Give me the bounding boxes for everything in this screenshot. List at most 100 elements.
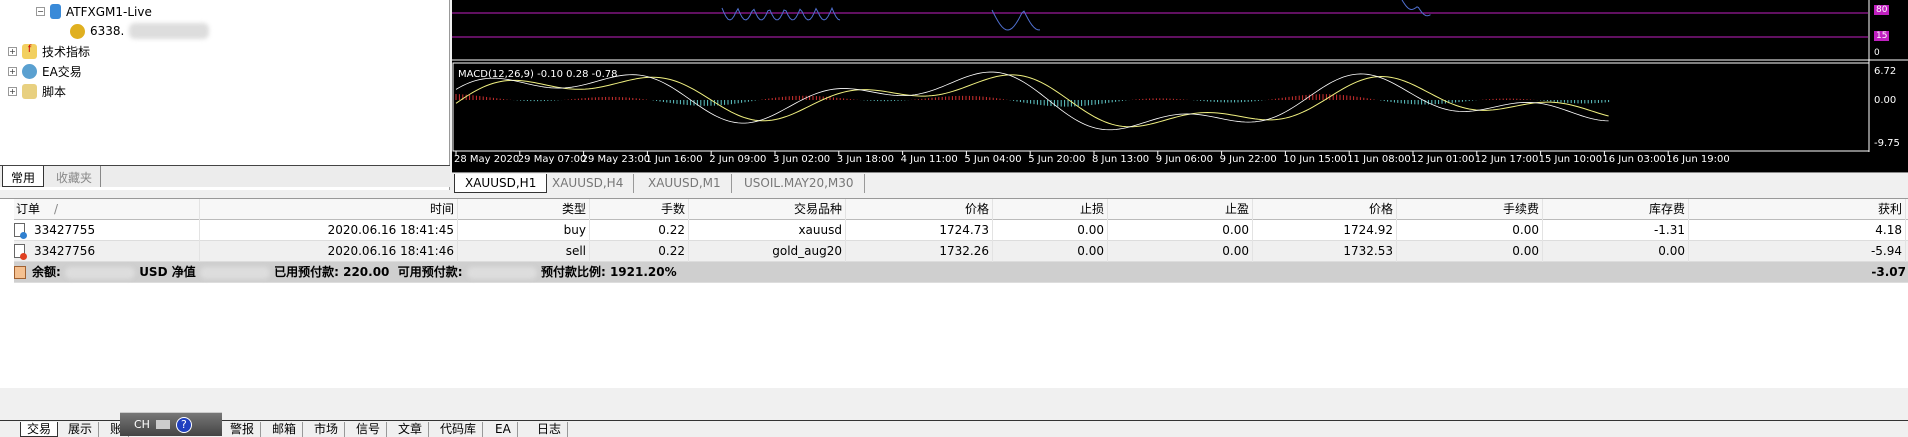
tree-scripts[interactable]: + 脚本 [8, 83, 66, 100]
sort-indicator-icon: / [54, 202, 59, 216]
navigator-tabs: 常用 收藏夹 [0, 165, 450, 187]
table-cell: 0.22 [590, 241, 689, 262]
column-header[interactable]: 交易品种 [689, 199, 846, 220]
table-row[interactable]: 33427755 2020.06.16 18:41:45 buy 0.22 xauusd… [14, 220, 1908, 241]
time-label: 15 Jun 10:00 [1538, 154, 1603, 165]
redacted [65, 266, 135, 279]
tab-favorites[interactable]: 收藏夹 [48, 166, 102, 187]
free-margin-label: 可用预付款: [397, 265, 463, 279]
rsi-level-low: 15 [1874, 31, 1890, 41]
terminal-tab[interactable]: 展示 [62, 422, 100, 437]
column-header[interactable]: 止损 [993, 199, 1108, 220]
time-label: 12 Jun 17:00 [1474, 154, 1539, 165]
terminal-tab[interactable]: 文章 [392, 422, 430, 437]
tree-experts[interactable]: + EA交易 [8, 63, 82, 80]
tree-indicators[interactable]: + f 技术指标 [8, 43, 90, 60]
redacted [129, 23, 210, 39]
collapse-icon[interactable]: − [36, 7, 45, 16]
summary-row: 余额: USD 净值 已用预付款: 220.00 可用预付款: 预付款比例: 1… [14, 262, 1908, 283]
tree-server[interactable]: − ATFXGM1-Live [36, 4, 152, 19]
keyboard-icon[interactable] [155, 420, 170, 429]
time-label: 2 Jun 09:00 [709, 154, 767, 165]
table-cell: buy [458, 220, 590, 241]
chart-tab[interactable]: XAUUSD,H1 [454, 174, 548, 193]
column-header[interactable]: 时间 [200, 199, 458, 220]
time-label: 11 Jun 08:00 [1347, 154, 1411, 165]
terminal-tab[interactable]: EA [489, 422, 518, 437]
time-label: 9 Jun 22:00 [1219, 154, 1277, 165]
script-icon [22, 84, 37, 99]
expand-icon[interactable]: + [8, 67, 17, 76]
time-label: 1 Jun 16:00 [645, 154, 703, 165]
terminal-tab[interactable]: 信号 [350, 422, 388, 437]
macd-pane-border [452, 62, 1870, 152]
chart-tab[interactable]: USOIL.MAY20,M30 [734, 174, 865, 193]
chart-tab[interactable]: XAUUSD,H4 [542, 174, 635, 193]
column-header[interactable]: 止盈 [1108, 199, 1253, 220]
time-label: 8 Jun 13:00 [1092, 154, 1150, 165]
time-label: 12 Jun 01:00 [1411, 154, 1475, 165]
chart-tab[interactable]: XAUUSD,M1 [638, 174, 732, 193]
currency: USD [139, 265, 168, 279]
time-label: 4 Jun 11:00 [900, 154, 958, 165]
redacted [199, 266, 270, 279]
table-header[interactable]: 订单 时间 类型 手数 交易品种 价格 止损 止盈 价格 手续费 库存费 获利 / [14, 199, 1908, 220]
chart-canvas [452, 0, 1908, 155]
expand-icon[interactable]: + [8, 47, 17, 56]
tree-account[interactable]: 6338. [70, 23, 210, 39]
help-icon[interactable]: ? [175, 416, 192, 433]
tree-label: EA交易 [42, 65, 82, 79]
table-cell: 1732.53 [1253, 241, 1397, 262]
terminal-tab[interactable]: 警报 [224, 422, 262, 437]
server-label: ATFXGM1-Live [66, 4, 152, 19]
rsi-level-high: 80 [1874, 5, 1890, 15]
table-row[interactable]: 33427756 2020.06.16 18:41:46 sell 0.22 gold_… [14, 241, 1908, 262]
table-cell: 2020.06.16 18:41:46 [200, 241, 458, 262]
column-header[interactable]: 获利 [1689, 199, 1906, 220]
redacted [466, 266, 537, 279]
terminal-tab[interactable]: 日志 [531, 422, 569, 437]
time-label: 29 May 07:00 [517, 154, 587, 165]
rsi-line [721, 6, 841, 21]
column-header[interactable]: 订单 [14, 199, 200, 220]
sell-order-icon [14, 244, 27, 260]
table-cell: sell [458, 241, 590, 262]
ime-toolbar[interactable]: CH ? [120, 412, 222, 436]
time-label: 16 Jun 19:00 [1666, 154, 1730, 165]
margin-label: 已用预付款: 220.00 [274, 265, 390, 279]
column-header[interactable]: 价格 [846, 199, 993, 220]
column-header[interactable]: 价格 [1253, 199, 1397, 220]
terminal-tab[interactable]: 邮箱 [266, 422, 304, 437]
account-label: 6338. [90, 24, 125, 38]
terminal-tab[interactable]: 市场 [308, 422, 346, 437]
expand-icon[interactable]: + [8, 87, 17, 96]
table-cell: 1732.26 [846, 241, 993, 262]
time-label: 16 Jun 03:00 [1602, 154, 1666, 165]
terminal-tabs: 交易 展示账警报 邮箱 市场 信号 文章 代码库 EA 日志 [0, 420, 1908, 437]
macd-axis-top: 6.72 [1874, 66, 1897, 77]
terminal-tab[interactable]: 代码库 [434, 422, 484, 437]
column-header[interactable]: 类型 [458, 199, 590, 220]
column-header[interactable]: 手续费 [1397, 199, 1543, 220]
tab-common[interactable]: 常用 [2, 166, 45, 187]
account-icon [70, 23, 85, 39]
column-header[interactable]: 手数 [590, 199, 689, 220]
table-cell: 0.00 [1108, 220, 1253, 241]
table-cell: -1.31 [1543, 220, 1689, 241]
ime-lang[interactable]: CH [134, 418, 150, 431]
table-cell: 33427756 [14, 241, 200, 262]
time-label: 28 May 2020 [454, 154, 520, 165]
macd-axis-bottom: -9.75 [1874, 138, 1900, 149]
chart-window[interactable]: MACD(12,26,9) -0.10 0.28 -0.78 80 15 0 6… [452, 0, 1908, 172]
table-cell: -5.94 [1689, 241, 1906, 262]
time-label: 29 May 23:00 [581, 154, 651, 165]
time-label: 3 Jun 18:00 [836, 154, 894, 165]
table-cell: 0.00 [1543, 241, 1689, 262]
column-header[interactable]: 库存费 [1543, 199, 1689, 220]
balance-icon [14, 266, 26, 279]
table-cell: 2020.06.16 18:41:45 [200, 220, 458, 241]
terminal-tab[interactable]: 交易 [20, 422, 59, 437]
expert-icon [22, 64, 37, 79]
navigator-panel: − ATFXGM1-Live 6338. + f 技术指标 + EA交易 + 脚… [0, 0, 450, 190]
table-cell: 0.22 [590, 220, 689, 241]
